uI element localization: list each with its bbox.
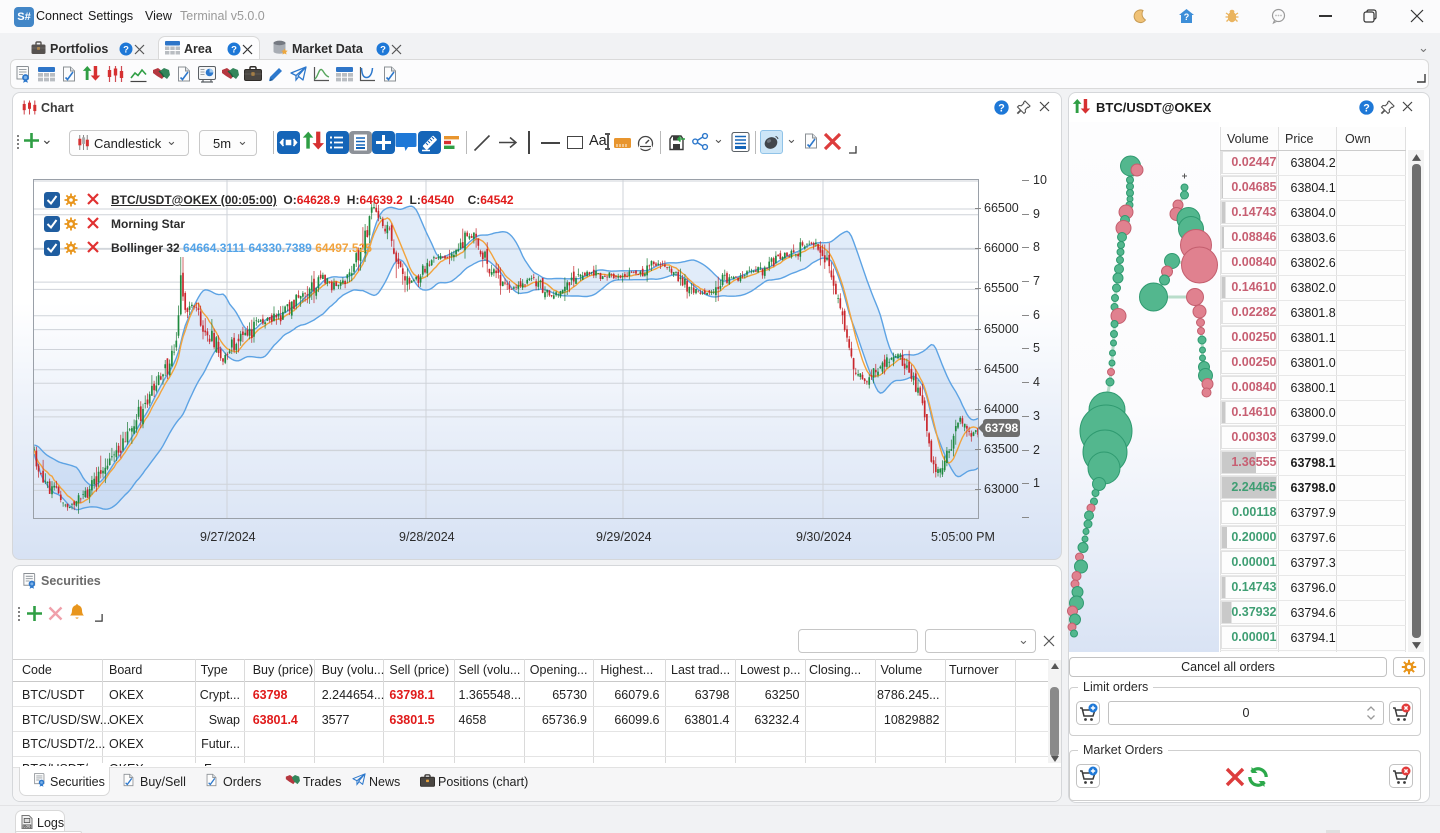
svg-text:LOG: LOG	[24, 824, 31, 828]
svg-text:?: ?	[998, 102, 1005, 114]
svg-text:?: ?	[1184, 12, 1190, 22]
svg-text:?: ?	[380, 44, 386, 55]
svg-text:?: ?	[231, 44, 237, 55]
svg-text:?: ?	[1363, 102, 1370, 114]
svg-text:?: ?	[123, 44, 129, 55]
